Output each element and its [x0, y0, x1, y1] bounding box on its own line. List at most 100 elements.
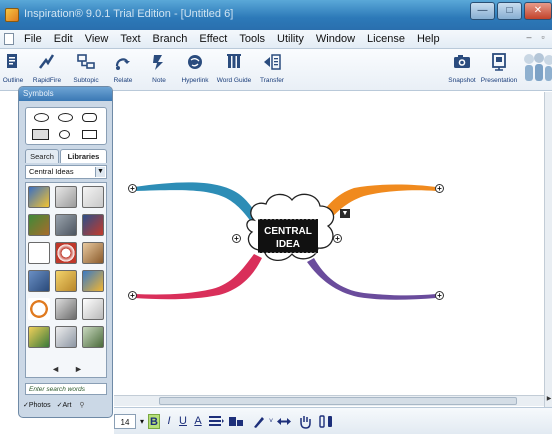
note-label: Note [152, 77, 166, 84]
link-symbol-icon[interactable] [228, 414, 244, 429]
outline-icon [7, 54, 17, 68]
menu-tools[interactable]: Tools [233, 33, 271, 45]
hand-tool-icon[interactable] [298, 414, 312, 429]
symbol-palette: Symbols Search Libraries Central Ideas ▼ [18, 86, 113, 418]
library-symbol-reader[interactable] [82, 326, 104, 348]
presentation-button[interactable]: Presentation [478, 52, 520, 90]
menu-bar: File Edit View Text Branch Effect Tools … [0, 30, 552, 49]
shape-rect[interactable] [82, 130, 97, 139]
minimize-button[interactable]: — [470, 2, 495, 20]
symbol-search-input[interactable]: Enter search words [25, 383, 107, 395]
library-symbol-tree[interactable] [28, 214, 50, 236]
font-size-field[interactable]: 14 [114, 414, 136, 429]
text-color-button[interactable]: A [192, 414, 204, 429]
menu-utility[interactable]: Utility [271, 33, 310, 45]
search-icon[interactable]: ⚲ [79, 402, 84, 409]
subtopic-button[interactable]: Subtopic [68, 52, 104, 90]
word-guide-label: Word Guide [216, 77, 252, 84]
shape-rounded-rect[interactable] [82, 113, 97, 122]
library-symbol-open-book[interactable] [82, 298, 104, 320]
library-symbol-kids[interactable] [28, 326, 50, 348]
palette-title[interactable]: Symbols [19, 87, 112, 101]
menu-license[interactable]: License [361, 33, 411, 45]
font-size-dropdown-icon[interactable]: ▾ [138, 414, 146, 429]
symbol-menu-dropdown-icon[interactable]: ▼ [340, 209, 350, 218]
vertical-scrollbar[interactable]: ▶ [544, 92, 552, 408]
horizontal-scrollbar[interactable] [114, 395, 544, 406]
library-symbol-page[interactable] [28, 242, 50, 264]
pen-dropdown-icon[interactable]: ˅ [268, 414, 274, 429]
hyperlink-label: Hyperlink [181, 77, 209, 84]
shape-oval[interactable] [34, 113, 49, 122]
library-symbol-picture[interactable] [28, 270, 50, 292]
add-topic-left-handle[interactable]: + [232, 234, 241, 243]
mdi-restore-button[interactable]: ▫ [538, 33, 548, 43]
shape-circle[interactable] [59, 130, 70, 139]
menu-effect[interactable]: Effect [193, 33, 233, 45]
library-symbol-computer[interactable] [55, 326, 77, 348]
mdi-minimize-button[interactable]: – [524, 33, 534, 43]
expand-plus-top-right[interactable]: + [435, 184, 444, 193]
branch-bottom-left[interactable] [134, 254, 262, 300]
relate-label: Relate [113, 77, 133, 84]
zoom-slider-icon[interactable] [318, 414, 336, 429]
bold-button[interactable]: B [148, 414, 160, 429]
library-symbol-target[interactable] [55, 242, 77, 264]
outline-button[interactable]: Outline [0, 52, 26, 90]
menu-help[interactable]: Help [411, 33, 446, 45]
menu-edit[interactable]: Edit [48, 33, 79, 45]
library-prev-icon[interactable]: ◄ [51, 361, 60, 377]
branch-bottom-right[interactable] [307, 258, 436, 300]
shape-rect-selected[interactable] [32, 129, 49, 140]
tab-search[interactable]: Search [25, 149, 59, 163]
presentation-icon [492, 53, 506, 71]
close-button[interactable]: ✕ [524, 2, 552, 20]
arrows-icon[interactable] [276, 414, 292, 429]
library-next-icon[interactable]: ► [74, 361, 83, 377]
library-symbol-person[interactable] [55, 214, 77, 236]
rapidfire-button[interactable]: RapidFire [30, 52, 64, 90]
expand-plus-top-left[interactable]: + [128, 184, 137, 193]
horizontal-scroll-thumb[interactable] [159, 397, 517, 405]
note-button[interactable]: Note [144, 52, 174, 90]
menu-branch[interactable]: Branch [147, 33, 194, 45]
add-topic-right-handle[interactable]: + [333, 234, 342, 243]
central-idea-symbol[interactable]: CENTRAL IDEA [246, 193, 335, 261]
shape-oval-2[interactable] [58, 113, 73, 122]
relate-button[interactable]: Relate [106, 52, 140, 90]
library-symbol-books[interactable] [55, 298, 77, 320]
menu-text[interactable]: Text [114, 33, 146, 45]
library-symbol-puzzle[interactable] [28, 186, 50, 208]
italic-button[interactable]: I [164, 414, 174, 429]
diagram-canvas[interactable]: CENTRAL IDEA + + + + + + ▼ [114, 92, 544, 395]
library-symbol-thinker[interactable] [82, 242, 104, 264]
tab-libraries[interactable]: Libraries [60, 149, 107, 163]
transfer-icon [264, 54, 281, 70]
menu-window[interactable]: Window [310, 33, 361, 45]
library-symbol-hourglass[interactable] [55, 270, 77, 292]
transfer-button[interactable]: Transfer [255, 52, 289, 90]
expand-plus-bottom-right[interactable]: + [435, 291, 444, 300]
library-symbol-tools[interactable] [55, 186, 77, 208]
maximize-button[interactable]: □ [497, 2, 522, 20]
menu-file[interactable]: File [18, 33, 48, 45]
library-symbol-ring[interactable] [28, 298, 50, 320]
branch-top-right[interactable] [316, 184, 436, 227]
document-icon[interactable] [4, 33, 14, 45]
menu-view[interactable]: View [79, 33, 115, 45]
word-guide-button[interactable]: Word Guide [214, 52, 254, 90]
pen-icon[interactable] [252, 414, 266, 429]
chevron-down-icon[interactable]: ▼ [95, 167, 105, 177]
underline-button[interactable]: U [178, 414, 188, 429]
scroll-down-arrow-icon[interactable]: ▶ [545, 395, 552, 403]
align-icon[interactable] [208, 414, 224, 429]
library-symbol-scroll[interactable] [82, 186, 104, 208]
library-symbol-flag[interactable] [82, 214, 104, 236]
hyperlink-button[interactable]: Hyperlink [176, 52, 214, 90]
snapshot-button[interactable]: Snapshot [444, 52, 480, 90]
library-symbol-globe[interactable] [82, 270, 104, 292]
art-label: Art [62, 402, 72, 409]
library-select[interactable]: Central Ideas ▼ [25, 165, 107, 179]
branch-top-left[interactable] [134, 182, 262, 226]
expand-plus-bottom-left[interactable]: + [128, 291, 137, 300]
